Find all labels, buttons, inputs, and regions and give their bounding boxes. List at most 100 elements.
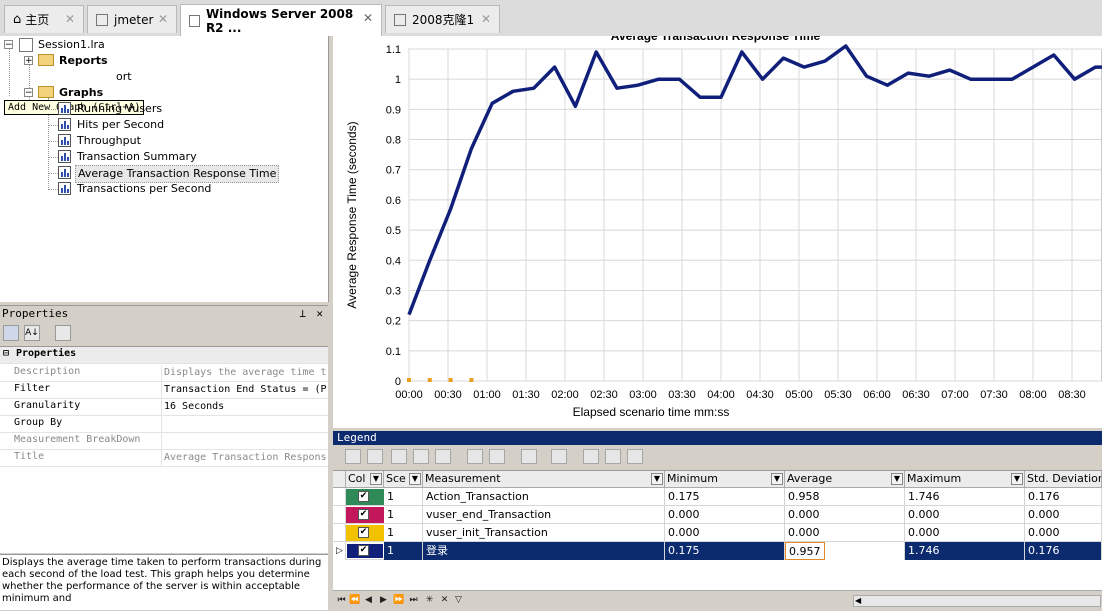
tab-windows-server[interactable]: Windows Server 2008 R2 ... ✕ bbox=[180, 4, 382, 36]
visibility-checkbox[interactable]: ✔ bbox=[358, 545, 369, 556]
close-icon[interactable]: ✕ bbox=[363, 11, 373, 25]
visibility-checkbox[interactable]: ✔ bbox=[358, 491, 369, 502]
sort-az-icon[interactable]: A↓ bbox=[24, 325, 40, 341]
column-header-color[interactable]: Col ▼ bbox=[346, 471, 384, 488]
copy-legend-icon[interactable] bbox=[605, 449, 621, 464]
close-icon[interactable]: ✕ bbox=[65, 12, 75, 26]
folder-icon bbox=[38, 86, 54, 98]
std-deviation-cell: 0.176 bbox=[1025, 488, 1102, 506]
y-tick-label: 0.4 bbox=[386, 255, 401, 267]
property-value[interactable] bbox=[161, 416, 330, 432]
prev-record-icon[interactable]: ◀ bbox=[363, 594, 374, 606]
delete-icon[interactable]: ✕ bbox=[439, 594, 450, 606]
horizontal-scrollbar[interactable]: ◀ bbox=[853, 595, 1101, 607]
plot-area bbox=[408, 48, 1102, 382]
column-header-measurement[interactable]: Measurement ▼ bbox=[423, 471, 665, 488]
x-tick-label: 01:30 bbox=[512, 389, 540, 401]
visibility-checkbox[interactable]: ✔ bbox=[358, 527, 369, 538]
measurement-cell: Action_Transaction bbox=[423, 488, 665, 506]
filter-icon[interactable]: ▽ bbox=[453, 594, 464, 606]
tab-home[interactable]: ⌂ 主页 ✕ bbox=[4, 5, 84, 33]
table-row[interactable]: ✔ 1 Action_Transaction 0.175 0.958 1.746… bbox=[333, 488, 1102, 506]
dropdown-icon[interactable]: ▼ bbox=[891, 473, 903, 485]
property-pages-icon[interactable] bbox=[55, 325, 71, 341]
table-row[interactable]: ✔ 1 vuser_end_Transaction 0.000 0.000 0.… bbox=[333, 506, 1102, 524]
tree-item-hits-per-second[interactable]: Hits per Second bbox=[77, 117, 164, 133]
tree-item-transactions-per-second[interactable]: Transactions per Second bbox=[77, 181, 211, 197]
properties-toolbar: A↓ bbox=[0, 322, 328, 346]
table-row-selected[interactable]: ▷ ✔ 1 登录 0.175 0.957 1.746 0.176 bbox=[333, 542, 1102, 560]
tree-item-transaction-summary[interactable]: Transaction Summary bbox=[77, 149, 197, 165]
table-row[interactable]: ✔ 1 vuser_init_Transaction 0.000 0.000 0… bbox=[333, 524, 1102, 542]
column-header-scale[interactable]: Sce ▼ bbox=[384, 471, 423, 488]
scroll-left-icon[interactable]: ◀ bbox=[855, 596, 861, 605]
section-label: Properties bbox=[16, 348, 77, 359]
property-row[interactable]: Description Displays the average time t bbox=[0, 365, 328, 382]
pin-icon[interactable]: ⊥ bbox=[299, 306, 306, 322]
property-value[interactable] bbox=[161, 433, 330, 449]
dropdown-icon[interactable]: ▼ bbox=[651, 473, 663, 485]
response-time-chart: 0 0.1 0.2 0.3 0.4 0.5 0.6 0.7 0.8 0.9 1 1.1 00:00 00:… bbox=[345, 29, 1102, 419]
property-value[interactable]: 16 Seconds bbox=[161, 399, 330, 415]
close-icon[interactable]: ✕ bbox=[316, 306, 323, 322]
average-cell-padding bbox=[825, 542, 905, 560]
show-all-icon[interactable] bbox=[345, 449, 361, 464]
configure-measurement-icon[interactable] bbox=[413, 449, 429, 464]
animate-selected-line-icon[interactable] bbox=[467, 449, 483, 464]
x-tick-label: 03:30 bbox=[668, 389, 696, 401]
property-name: Granularity bbox=[14, 400, 81, 411]
tree-item-running-vusers[interactable]: Running Vusers bbox=[77, 101, 162, 117]
next-record-icon[interactable]: ▶ bbox=[378, 594, 389, 606]
property-value[interactable]: Displays the average time t bbox=[161, 365, 330, 381]
dropdown-icon[interactable]: ▼ bbox=[370, 473, 382, 485]
tab-2008-clone[interactable]: 2008克隆1 ✕ bbox=[385, 5, 500, 33]
y-tick-label: 0.9 bbox=[386, 104, 401, 116]
minimum-cell: 0.000 bbox=[665, 524, 785, 542]
average-cell[interactable]: 0.957 bbox=[785, 542, 825, 560]
export-legend-icon[interactable] bbox=[583, 449, 599, 464]
columns-icon[interactable] bbox=[551, 449, 567, 464]
property-row[interactable]: Group By bbox=[0, 416, 328, 433]
property-row[interactable]: Granularity 16 Seconds bbox=[0, 399, 328, 416]
last-record-icon[interactable]: ⏭ bbox=[408, 594, 419, 606]
close-icon[interactable]: ✕ bbox=[158, 12, 168, 26]
property-row[interactable]: Measurement BreakDown bbox=[0, 433, 328, 450]
tree-report-item[interactable]: ort bbox=[116, 69, 132, 85]
collapse-icon[interactable]: − bbox=[4, 40, 13, 50]
insert-icon[interactable]: ✳ bbox=[424, 594, 435, 606]
property-value[interactable]: Transaction End Status = (P bbox=[161, 382, 330, 398]
dropdown-icon[interactable]: ▼ bbox=[409, 473, 421, 485]
next-page-icon[interactable]: ⏩ bbox=[393, 594, 404, 606]
categorized-icon[interactable] bbox=[3, 325, 19, 341]
collapse-icon[interactable]: − bbox=[24, 88, 33, 98]
property-row[interactable]: Filter Transaction End Status = (P bbox=[0, 382, 328, 399]
dropdown-icon[interactable]: ▼ bbox=[771, 473, 783, 485]
tree-item-throughput[interactable]: Throughput bbox=[77, 133, 141, 149]
prev-page-icon[interactable]: ⏪ bbox=[349, 594, 360, 606]
tab-jmeter[interactable]: jmeter ✕ bbox=[87, 5, 177, 33]
auto-correlate-icon[interactable] bbox=[489, 449, 505, 464]
show-only-selected-icon[interactable] bbox=[391, 449, 407, 464]
x-tick-label: 01:00 bbox=[473, 389, 501, 401]
dropdown-icon[interactable]: ▼ bbox=[1011, 473, 1023, 485]
close-icon[interactable]: ✕ bbox=[481, 12, 491, 26]
column-header-maximum[interactable]: Maximum ▼ bbox=[905, 471, 1025, 488]
property-value[interactable]: Average Transaction Respons bbox=[161, 450, 330, 466]
show-measurement-description-icon[interactable] bbox=[435, 449, 451, 464]
visibility-checkbox[interactable]: ✔ bbox=[358, 509, 369, 520]
expand-icon[interactable]: + bbox=[24, 56, 33, 66]
first-record-icon[interactable]: ⏮ bbox=[336, 594, 347, 606]
column-header-minimum[interactable]: Minimum ▼ bbox=[665, 471, 785, 488]
properties-section[interactable]: ⊟ Properties bbox=[0, 347, 328, 364]
column-header-std-deviation[interactable]: Std. Deviation bbox=[1025, 471, 1102, 488]
tree-graphs[interactable]: Graphs bbox=[59, 85, 103, 101]
column-header-average[interactable]: Average ▼ bbox=[785, 471, 905, 488]
hide-all-icon[interactable] bbox=[367, 449, 383, 464]
web-page-diagnostics-icon[interactable] bbox=[521, 449, 537, 464]
legend-options-icon[interactable] bbox=[627, 449, 643, 464]
tree-reports[interactable]: Reports bbox=[59, 53, 108, 69]
tree-session[interactable]: Session1.lra bbox=[38, 37, 105, 53]
collapse-icon[interactable]: ⊟ bbox=[3, 348, 9, 359]
property-row[interactable]: Title Average Transaction Respons bbox=[0, 450, 328, 467]
chart-title: Average Transaction Response Time bbox=[611, 36, 821, 43]
